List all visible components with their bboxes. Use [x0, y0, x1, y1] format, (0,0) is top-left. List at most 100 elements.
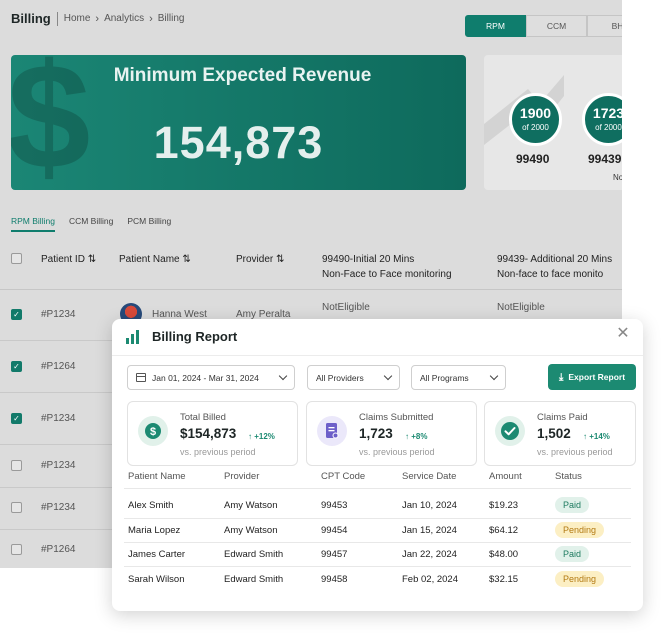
- row-checkbox[interactable]: ✓: [11, 309, 22, 320]
- billing-report-dialog: Billing Report ✕ Jan 01, 2024 - Mar 31, …: [112, 319, 643, 611]
- tab-ccm-billing[interactable]: CCM Billing: [69, 216, 113, 232]
- breadcrumb-analytics[interactable]: Analytics: [104, 13, 144, 24]
- patient-id: #P1234: [41, 413, 76, 424]
- tab-rpm-billing[interactable]: RPM Billing: [11, 216, 55, 232]
- cpt-code: 99457: [321, 549, 348, 560]
- sort-icon: ⇅: [87, 254, 97, 265]
- col-status: Status: [555, 471, 582, 482]
- provider-name: Amy Watson: [224, 500, 278, 511]
- stat-count: 1900: [519, 105, 552, 121]
- kpi-caption: vs. previous period: [180, 447, 256, 457]
- status-badge: Paid: [555, 546, 590, 562]
- service-date: Jan 15, 2024: [402, 525, 457, 536]
- kpi-caption: vs. previous period: [537, 447, 613, 457]
- select-all-checkbox[interactable]: [11, 253, 22, 264]
- row-checkbox[interactable]: [11, 544, 22, 555]
- service-date: Feb 02, 2024: [402, 574, 458, 585]
- kpi-change: ↑ +14%: [583, 432, 610, 441]
- patient-id: #P1234: [41, 309, 76, 320]
- export-label: Export Report: [568, 372, 626, 382]
- col-99490-line1: 99490-Initial 20 Mins: [322, 254, 415, 265]
- col-label: Patient ID: [41, 254, 85, 265]
- svg-text:$: $: [150, 426, 156, 438]
- row-checkbox[interactable]: [11, 460, 22, 471]
- program-select[interactable]: All Programs: [411, 365, 506, 390]
- tab-bh[interactable]: BH: [587, 15, 622, 37]
- status-badge: Paid: [555, 497, 590, 513]
- kpi-label: Total Billed: [180, 412, 226, 423]
- cpt-code: 99454: [321, 525, 348, 536]
- chevron-down-icon: [278, 371, 288, 381]
- tab-pcm-billing[interactable]: PCM Billing: [127, 216, 171, 232]
- amount: $19.23: [489, 500, 519, 511]
- row-checkbox[interactable]: ✓: [11, 361, 22, 372]
- col-provider[interactable]: Provider ⇅: [236, 254, 284, 265]
- revenue-title: Minimum Expected Revenue: [113, 65, 372, 86]
- sort-icon: ⇅: [182, 254, 191, 265]
- patient-id: #P1264: [41, 544, 76, 555]
- cpt-code: 99458: [321, 574, 348, 585]
- report-table-header: Patient Name Provider CPT Code Service D…: [112, 471, 643, 489]
- kpi-caption: vs. previous period: [359, 447, 435, 457]
- export-report-button[interactable]: ⤓ Export Report: [548, 364, 636, 390]
- stat-code: 99439: [588, 152, 622, 166]
- provider-select[interactable]: All Providers: [307, 365, 400, 390]
- stat-code: 99490: [516, 152, 550, 166]
- dialog-title: Billing Report: [152, 329, 238, 344]
- close-icon[interactable]: ✕: [615, 326, 631, 342]
- amount: $32.15: [489, 574, 519, 585]
- chevron-right-icon: ›: [149, 12, 153, 25]
- patient-id: #P1264: [41, 361, 76, 372]
- table-row[interactable]: James Carter Edward Smith 99457 Jan 22, …: [112, 542, 643, 566]
- kpi-change: ↑ +8%: [405, 432, 428, 441]
- cpt-code: 99453: [321, 500, 348, 511]
- stat-note: No: [613, 173, 622, 182]
- kpi-claims-paid: Claims Paid 1,502 ↑ +14% vs. previous pe…: [484, 401, 636, 466]
- row-checkbox[interactable]: [11, 502, 22, 513]
- cpt-progress-card: 1900 of 2000 99490 1723 of 2000 99439 No: [484, 55, 622, 190]
- service-date: Jan 22, 2024: [402, 549, 457, 560]
- document-icon: [317, 416, 347, 446]
- col-patient-name: Patient Name: [128, 471, 186, 482]
- status-badge: Pending: [555, 571, 605, 587]
- col-provider: Provider: [224, 471, 260, 482]
- status-badge: Pending: [555, 522, 605, 538]
- check-icon: [495, 416, 525, 446]
- header-divider: [112, 355, 643, 356]
- tab-rpm[interactable]: RPM: [465, 15, 526, 37]
- stat-total: of 2000: [522, 123, 549, 132]
- col-99439-line1: 99439- Additional 20 Mins: [497, 254, 613, 265]
- sort-icon: ⇅: [276, 254, 285, 265]
- date-range-value: Jan 01, 2024 - Mar 31, 2024: [152, 372, 259, 383]
- col-label: Patient Name: [119, 254, 180, 265]
- patient-name: Alex Smith: [128, 500, 174, 511]
- col-99439-line2: Non-face to face monito: [497, 269, 604, 280]
- table-row[interactable]: Maria Lopez Amy Watson 99454 Jan 15, 202…: [112, 518, 643, 542]
- tab-ccm[interactable]: CCM: [526, 15, 587, 37]
- dialog-header: Billing Report: [126, 329, 237, 344]
- provider-name: Edward Smith: [224, 574, 284, 585]
- breadcrumb-home[interactable]: Home: [64, 13, 91, 24]
- header-divider: [56, 11, 58, 26]
- row-checkbox[interactable]: ✓: [11, 413, 22, 424]
- chevron-down-icon: [383, 371, 393, 381]
- stat-circle-99439: 1723 of 2000: [582, 93, 622, 146]
- table-row[interactable]: Sarah Wilson Edward Smith 99458 Feb 02, …: [112, 567, 643, 591]
- eligibility-99490: NotEligible: [322, 302, 370, 313]
- kpi-claims-submitted: Claims Submitted 1,723 ↑ +8% vs. previou…: [306, 401, 477, 466]
- patient-name: Sarah Wilson: [128, 574, 185, 585]
- amount: $64.12: [489, 525, 519, 536]
- date-range-select[interactable]: Jan 01, 2024 - Mar 31, 2024: [127, 365, 295, 390]
- stat-count: 1723: [592, 105, 622, 121]
- col-patient-name[interactable]: Patient Name ⇅: [119, 254, 191, 265]
- kpi-value: 1,723: [359, 426, 393, 441]
- kpi-label: Claims Paid: [537, 412, 588, 423]
- dollar-icon: $: [138, 416, 168, 446]
- kpi-label: Claims Submitted: [359, 412, 434, 423]
- col-patient-id[interactable]: Patient ID ⇅: [41, 254, 96, 265]
- stat-total: of 2000: [595, 123, 622, 132]
- stat-circle-99490: 1900 of 2000: [509, 93, 562, 146]
- page-header: Billing Home › Analytics › Billing: [11, 11, 184, 26]
- table-row[interactable]: Alex Smith Amy Watson 99453 Jan 10, 2024…: [112, 493, 643, 517]
- col-label: Provider: [236, 254, 274, 265]
